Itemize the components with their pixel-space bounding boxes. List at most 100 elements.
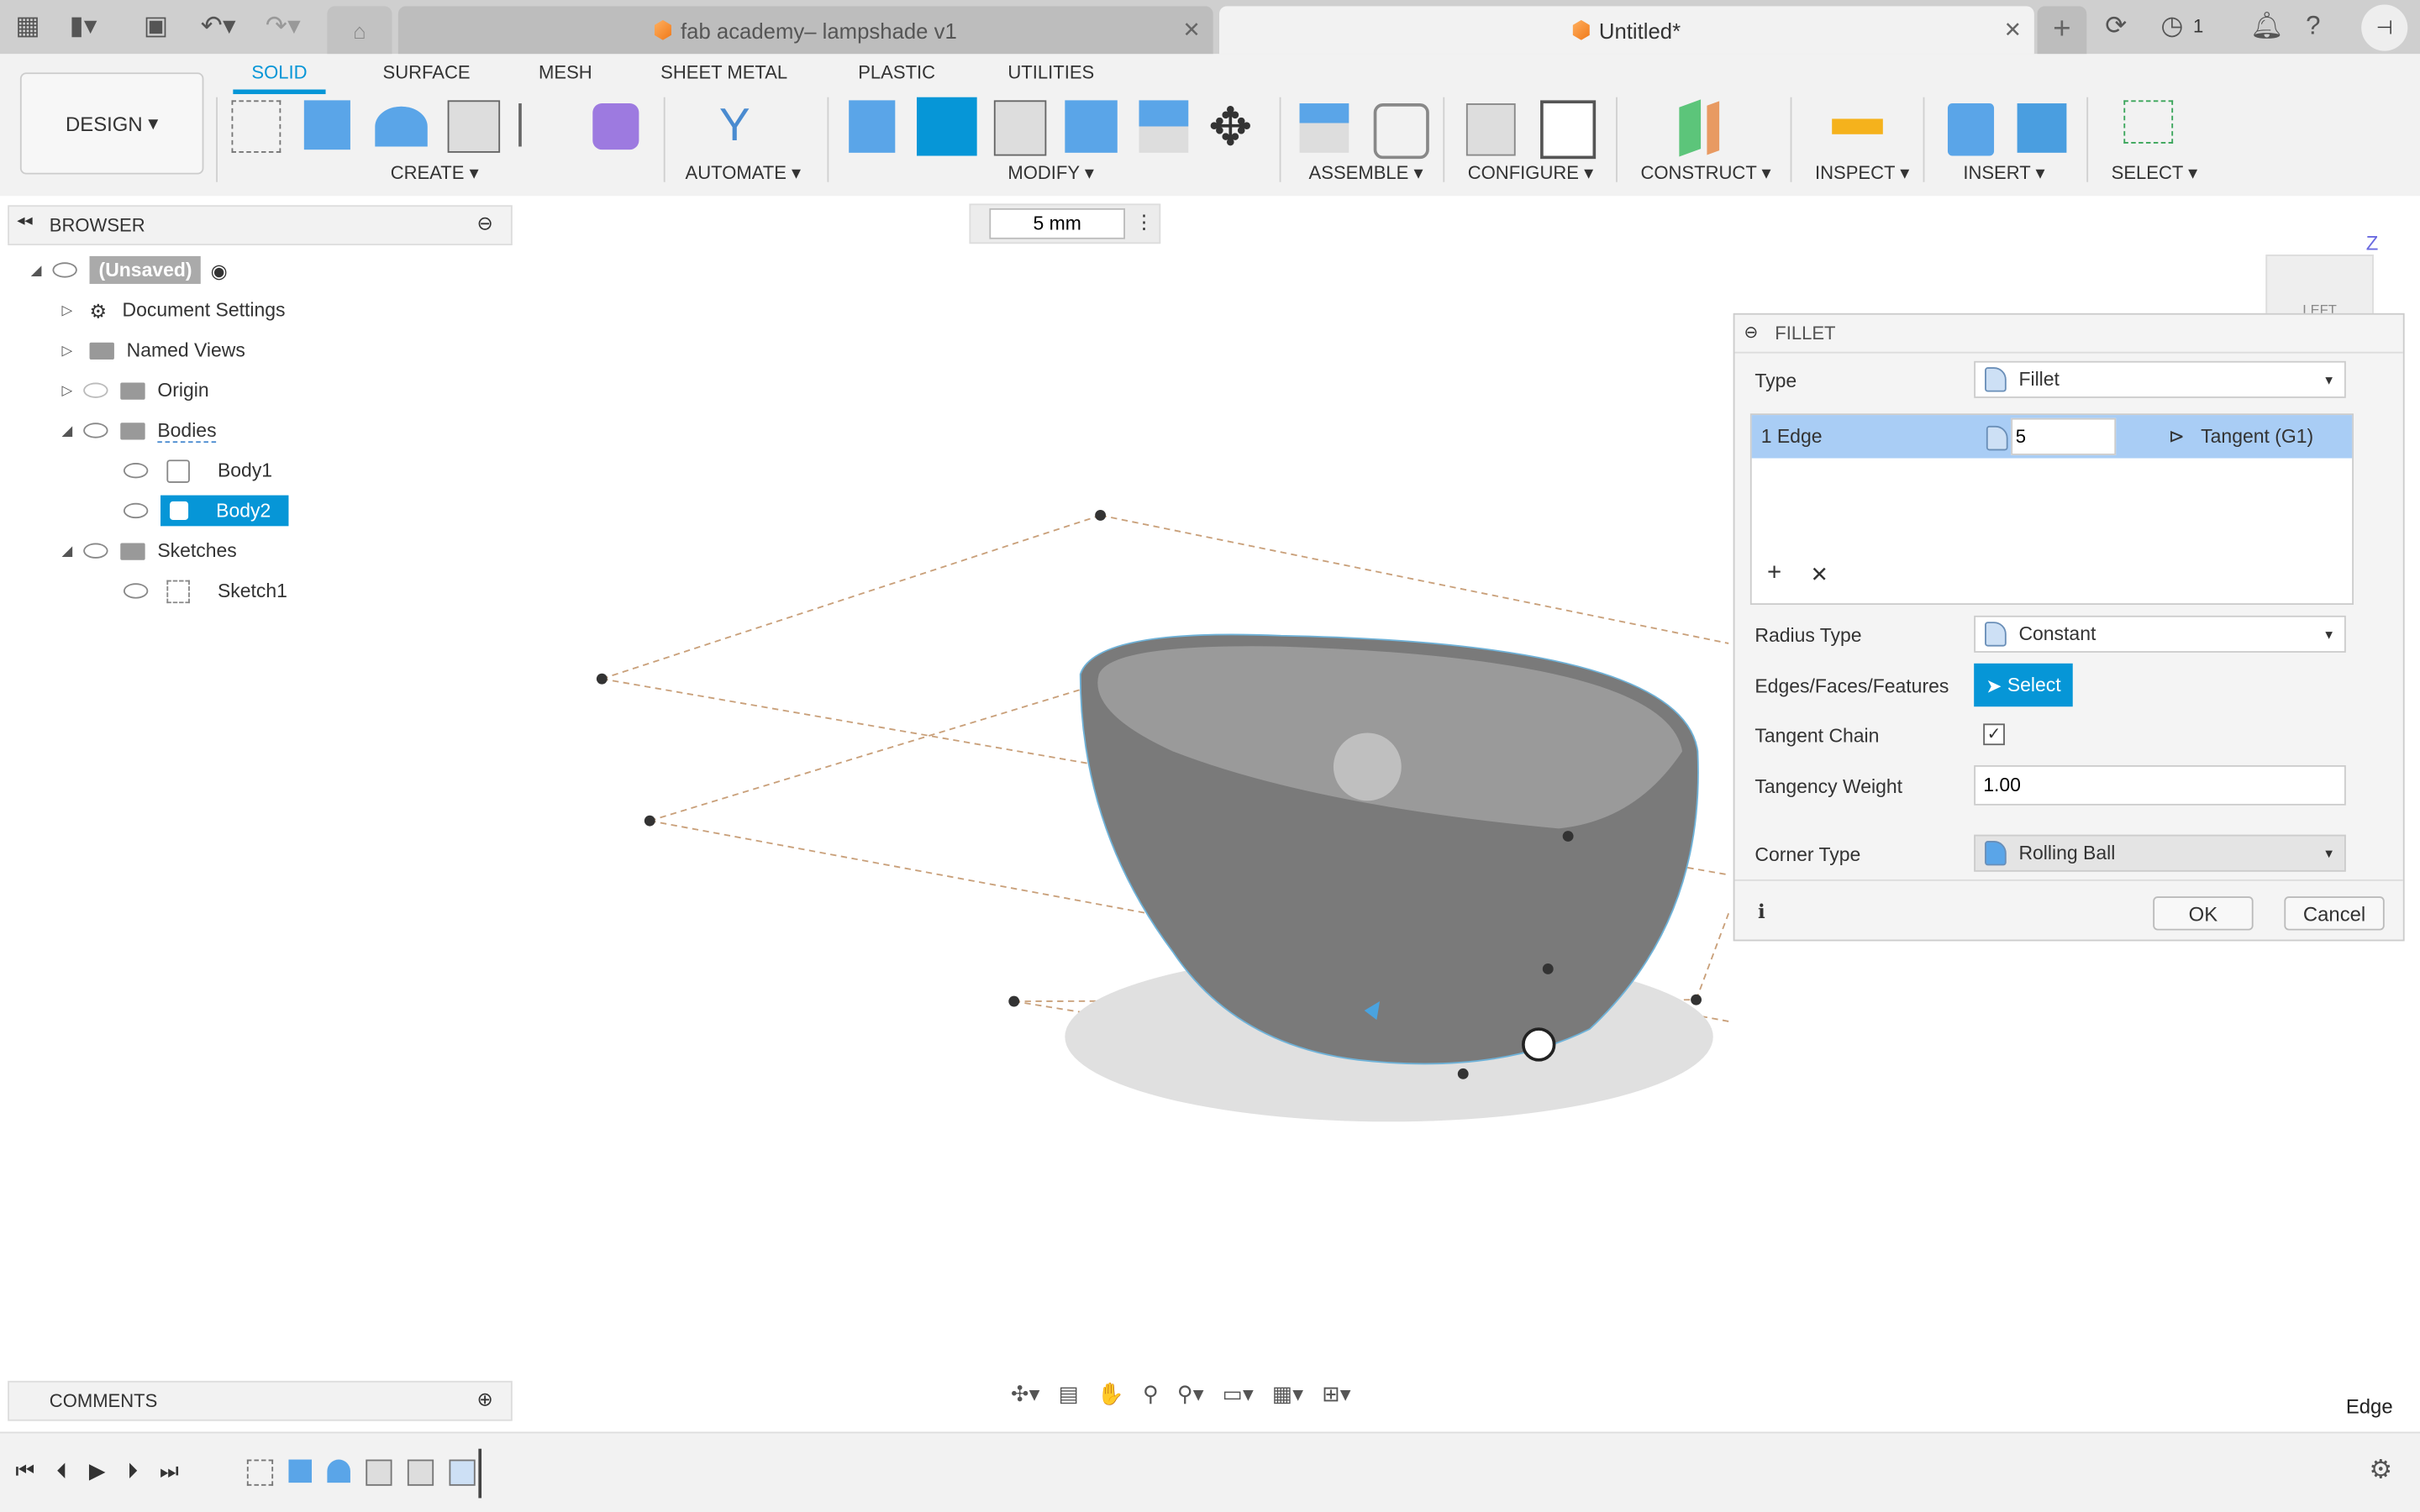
sync-icon[interactable]: ⟳ xyxy=(2105,11,2127,42)
expand-icon[interactable]: ▷ xyxy=(61,342,83,359)
fillet-tool-icon[interactable] xyxy=(917,97,977,156)
type-dropdown[interactable]: Fillet ▼ xyxy=(1974,360,2346,398)
notification-bell-icon[interactable]: 🔔︎ xyxy=(2250,11,2284,42)
insert-canvas-icon[interactable] xyxy=(2017,103,2067,153)
tab-plastic[interactable]: PLASTIC xyxy=(858,61,935,83)
group-assemble[interactable]: ASSEMBLE ▾ xyxy=(1309,162,1423,184)
expand-icon[interactable]: ◢ xyxy=(31,261,53,278)
user-avatar[interactable]: ⊣ xyxy=(2361,4,2408,51)
close-tab-icon[interactable]: ✕ xyxy=(2004,17,2023,43)
next-step-icon[interactable]: ⏵ xyxy=(127,1458,138,1484)
close-tab-icon[interactable]: ✕ xyxy=(1182,17,1201,43)
visibility-eye-icon[interactable] xyxy=(52,262,77,278)
insert-fastener-icon[interactable] xyxy=(1947,103,1995,156)
tree-item-document-settings[interactable]: ▷ ⚙ Document Settings xyxy=(61,293,524,327)
timeline-sketch-icon[interactable] xyxy=(246,1459,274,1486)
tree-item-named-views[interactable]: ▷ Named Views xyxy=(61,333,524,367)
construct-plane-icon[interactable] xyxy=(1679,99,1702,157)
expand-icon[interactable]: ▷ xyxy=(61,382,83,399)
group-insert[interactable]: INSERT ▾ xyxy=(1963,162,2044,184)
activate-radio-icon[interactable]: ◉ xyxy=(211,259,228,281)
visibility-eye-icon[interactable] xyxy=(123,583,149,599)
viewports-icon[interactable]: ⊞▾ xyxy=(1322,1381,1350,1415)
corner-type-dropdown[interactable]: Rolling Ball ▼ xyxy=(1974,834,2346,872)
timeline-settings-gear-icon[interactable]: ⚙ xyxy=(2369,1455,2392,1486)
visibility-eye-icon[interactable] xyxy=(123,463,149,479)
cancel-button[interactable]: Cancel xyxy=(2284,896,2385,931)
tree-item-origin[interactable]: ▷ Origin xyxy=(61,373,524,407)
tree-item-sketch1[interactable]: Sketch1 xyxy=(123,574,525,607)
select-edges-button[interactable]: ➤ Select xyxy=(1974,663,2073,707)
configure-icon[interactable] xyxy=(1465,103,1516,156)
timeline-revolve-icon[interactable] xyxy=(327,1459,350,1483)
tree-item-sketches[interactable]: ◢ Sketches xyxy=(61,534,524,568)
undo-icon[interactable]: ↶▾ xyxy=(201,11,236,42)
extrude-icon[interactable] xyxy=(303,100,350,150)
hidden-eye-icon[interactable] xyxy=(83,382,108,398)
timeline-shell-icon[interactable] xyxy=(366,1459,392,1486)
construct-plane-icon[interactable] xyxy=(1707,101,1720,155)
play-icon[interactable]: ▶ xyxy=(89,1458,106,1484)
automate-icon[interactable]: Y xyxy=(719,100,769,152)
grid-icon[interactable]: ▦▾ xyxy=(1272,1381,1303,1415)
viewcube[interactable]: LEFT xyxy=(2265,255,2374,320)
collapse-dialog-icon[interactable]: ⊖ xyxy=(1744,323,1759,343)
configuration-table-icon[interactable] xyxy=(1540,100,1597,160)
tangency-weight-input[interactable] xyxy=(1974,765,2346,806)
tab-sheet-metal[interactable]: SHEET METAL xyxy=(660,61,787,83)
home-tab[interactable]: ⌂ xyxy=(327,6,392,55)
tab-utilities[interactable]: UTILITIES xyxy=(1007,61,1094,83)
last-step-icon[interactable]: ⏭ xyxy=(160,1458,179,1484)
apps-grid-icon[interactable]: ▦ xyxy=(15,11,40,42)
press-pull-icon[interactable] xyxy=(849,100,896,153)
measure-icon[interactable] xyxy=(1832,118,1883,134)
expand-icon[interactable]: ◢ xyxy=(61,422,83,438)
ok-button[interactable]: OK xyxy=(2153,896,2254,931)
previous-step-icon[interactable]: ⏴ xyxy=(56,1458,67,1484)
save-icon[interactable]: ▣ xyxy=(144,11,169,42)
pattern-icon[interactable] xyxy=(518,103,571,147)
pan-icon[interactable]: ✋ xyxy=(1097,1381,1124,1415)
add-comment-icon[interactable]: ⊕ xyxy=(477,1387,493,1410)
info-icon[interactable]: ℹ xyxy=(1758,900,1765,923)
new-component-icon[interactable] xyxy=(1299,103,1349,153)
fit-icon[interactable]: ⚲▾ xyxy=(1177,1381,1204,1415)
hole-icon[interactable] xyxy=(447,100,501,153)
tree-item-body1[interactable]: Body1 xyxy=(123,454,525,487)
tangent-chain-checkbox[interactable]: ✓ xyxy=(1983,723,2005,746)
radius-type-dropdown[interactable]: Constant ▼ xyxy=(1974,615,2346,653)
tab-surface[interactable]: SURFACE xyxy=(383,61,471,83)
tree-item-body2[interactable]: Body2 xyxy=(123,494,525,528)
help-icon[interactable]: ? xyxy=(2306,11,2320,42)
group-configure[interactable]: CONFIGURE ▾ xyxy=(1468,162,1593,184)
more-options-icon[interactable]: ⋮ xyxy=(1134,210,1154,234)
split-body-icon[interactable] xyxy=(1139,100,1189,153)
job-status-icon[interactable]: ◷ xyxy=(2160,11,2183,42)
new-tab-button[interactable]: + xyxy=(2037,6,2087,55)
fillet-radius-input[interactable] xyxy=(989,207,1125,239)
group-construct[interactable]: CONSTRUCT ▾ xyxy=(1640,162,1770,184)
group-select[interactable]: SELECT ▾ xyxy=(2112,162,2198,184)
tab-solid[interactable]: SOLID xyxy=(251,61,307,83)
zoom-icon[interactable]: ⚲ xyxy=(1143,1381,1159,1415)
file-icon[interactable]: ▮▾ xyxy=(70,11,97,42)
create-form-icon[interactable] xyxy=(592,103,639,150)
create-sketch-icon[interactable] xyxy=(231,100,281,153)
redo-icon[interactable]: ↷▾ xyxy=(266,11,301,42)
group-create[interactable]: CREATE ▾ xyxy=(391,162,479,184)
tree-item-root[interactable]: ◢ (Unsaved) ◉ xyxy=(31,253,525,286)
continuity-value[interactable]: Tangent (G1) xyxy=(2201,426,2313,448)
edge-row[interactable]: 1 Edge ⊳ Tangent (G1) xyxy=(1751,415,2353,459)
visibility-eye-icon[interactable] xyxy=(83,423,108,438)
comments-panel[interactable]: COMMENTS ⊕ xyxy=(8,1380,513,1421)
expand-icon[interactable]: ◢ xyxy=(61,543,83,559)
remove-edge-icon[interactable]: ✕ xyxy=(1810,562,1828,588)
visibility-eye-icon[interactable] xyxy=(83,543,108,559)
visibility-eye-icon[interactable] xyxy=(123,502,149,519)
select-window-icon[interactable] xyxy=(2123,100,2174,144)
browser-pin-icon[interactable]: ⊖ xyxy=(477,212,493,234)
tab-untitled[interactable]: Untitled* ✕ xyxy=(1219,6,2034,55)
combine-icon[interactable] xyxy=(1065,100,1118,153)
tree-item-bodies[interactable]: ◢ Bodies xyxy=(61,413,524,447)
fillet-manipulator-icon[interactable] xyxy=(1522,1027,1556,1062)
